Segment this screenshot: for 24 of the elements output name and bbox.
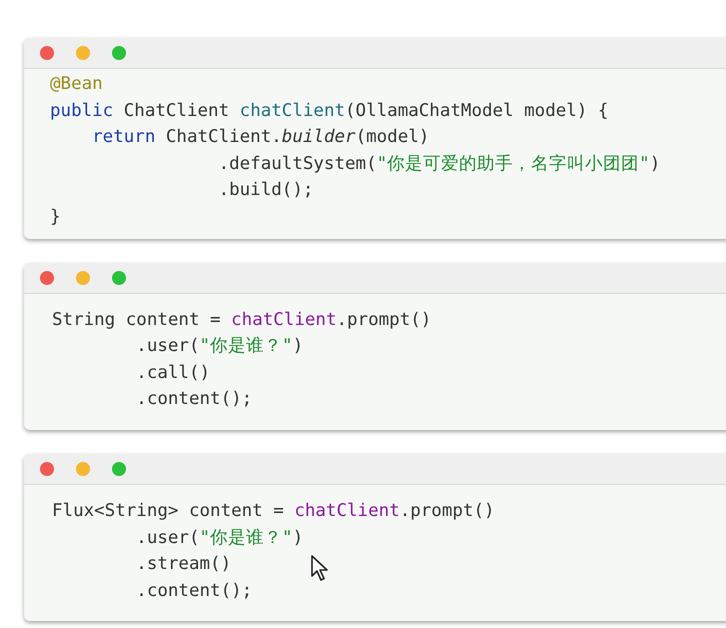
window-control-icon xyxy=(112,270,126,285)
window-control-icon xyxy=(112,46,126,60)
code-line: .content(); xyxy=(135,389,252,410)
window-control-icon xyxy=(112,462,126,476)
code-line: Flux<String> content = chatClient.prompt() xyxy=(52,500,495,521)
code-line: String content = chatClient.prompt() xyxy=(52,310,432,330)
code-line: public ChatClient chatClient(OllamaChatModel model) { xyxy=(50,100,608,121)
code-line: } xyxy=(50,206,61,227)
code-line: .user("你是谁？") xyxy=(135,528,304,548)
code-line: .user("你是谁？") xyxy=(135,336,304,356)
code-line: .call() xyxy=(135,362,210,383)
window-control-icon xyxy=(40,462,54,476)
window-control-icon xyxy=(76,462,90,476)
code-line: @Bean xyxy=(50,74,103,94)
code-line: .defaultSystem("你是可爱的助手，名字叫小团团") xyxy=(218,154,660,174)
code-line: return ChatClient.builder(model) xyxy=(91,127,430,148)
window-control-icon xyxy=(76,270,90,285)
mouse-pointer-icon xyxy=(310,554,330,582)
window-control-icon xyxy=(40,46,54,60)
window-control-icon xyxy=(76,46,90,60)
code-line: .content(); xyxy=(135,580,252,601)
code-line: .build(); xyxy=(218,180,314,200)
window-control-icon xyxy=(40,270,54,285)
code-line: .stream() xyxy=(135,554,232,574)
